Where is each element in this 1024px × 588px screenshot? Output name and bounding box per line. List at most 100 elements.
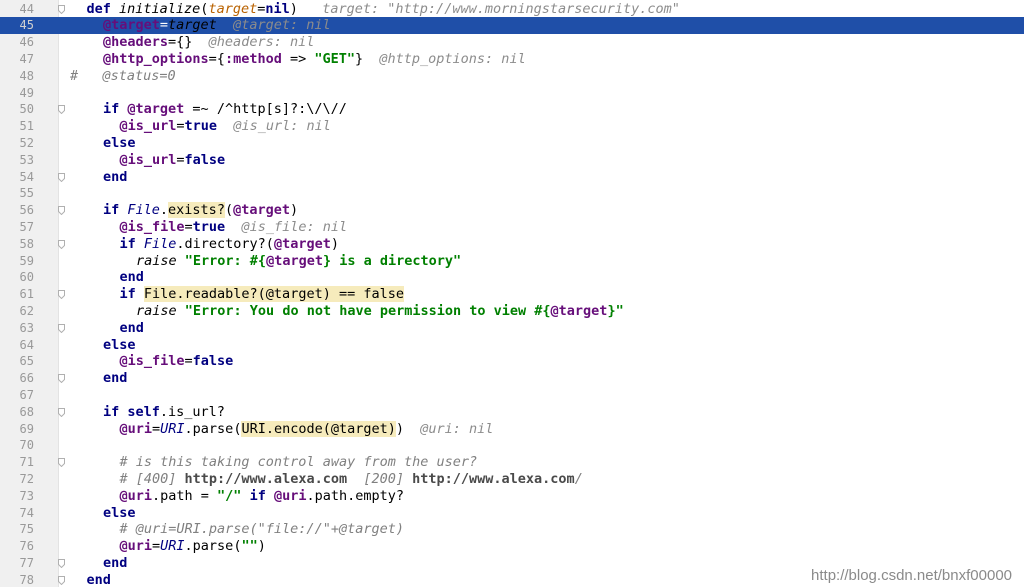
code-token: = xyxy=(152,538,161,555)
code-token: =~ xyxy=(184,101,217,118)
code-token: .directory?( xyxy=(176,235,274,252)
code-token: @is_file xyxy=(119,353,185,370)
code-line[interactable]: 74 else xyxy=(0,505,1024,522)
code-token: @http_options xyxy=(103,50,209,67)
code-token: @uri xyxy=(119,420,153,437)
code-line[interactable]: 64 else xyxy=(0,337,1024,354)
code-token: "Error: You do not have permission to vi… xyxy=(184,302,551,319)
code-line[interactable]: 45 @target=target @target: nil xyxy=(0,17,1024,35)
code-text: else xyxy=(103,337,136,354)
line-number: 61 xyxy=(19,287,34,302)
code-text: @is_file=true @is_file: nil xyxy=(120,219,348,236)
code-token: ={ xyxy=(208,50,225,67)
fold-marker-icon[interactable] xyxy=(58,458,65,468)
code-line[interactable]: 58 if File.directory?(@target) xyxy=(0,236,1024,253)
fold-marker-icon[interactable] xyxy=(58,172,65,182)
code-token: exists? xyxy=(168,202,225,219)
fold-marker-icon[interactable] xyxy=(58,239,65,249)
code-token: def xyxy=(86,0,120,17)
code-token: ) xyxy=(395,420,405,437)
code-token: initialize xyxy=(119,0,201,17)
code-line[interactable]: 66 end xyxy=(0,370,1024,387)
code-line[interactable]: 76 @uri=URI.parse("") xyxy=(0,538,1024,555)
code-line[interactable]: 59 raise "Error: #{@target} is a director… xyxy=(0,253,1024,270)
fold-marker-icon[interactable] xyxy=(58,374,65,384)
fold-marker-icon[interactable] xyxy=(58,323,65,333)
code-token: ) xyxy=(257,538,266,555)
code-token: :method xyxy=(224,50,282,67)
fold-marker-icon[interactable] xyxy=(58,105,65,115)
code-line[interactable]: 57 @is_file=true @is_file: nil xyxy=(0,219,1024,236)
line-number: 74 xyxy=(19,505,34,520)
code-token: target xyxy=(208,0,258,17)
code-token: ( xyxy=(224,202,234,219)
fold-marker-icon[interactable] xyxy=(58,407,65,417)
line-number: 62 xyxy=(19,303,34,318)
code-token: else xyxy=(103,336,136,353)
code-token: @uri xyxy=(119,538,153,555)
line-number: 50 xyxy=(19,102,34,117)
code-token: # @status=0 xyxy=(70,67,176,84)
code-line[interactable]: 71 # is this taking control away from the… xyxy=(0,454,1024,471)
code-line[interactable]: 47 @http_options={:method => "GET"} @http… xyxy=(0,51,1024,68)
fold-marker-icon[interactable] xyxy=(58,290,65,300)
code-token: ) xyxy=(289,0,298,17)
code-token: end xyxy=(119,269,144,286)
code-token: @uri xyxy=(119,487,153,504)
code-line[interactable]: 56 if File.exists?(@target) xyxy=(0,202,1024,219)
code-line[interactable]: 52 else xyxy=(0,135,1024,152)
line-number: 77 xyxy=(19,555,34,570)
code-text: end xyxy=(120,269,144,286)
code-line[interactable]: 51 @is_url=true @is_url: nil xyxy=(0,118,1024,135)
code-line[interactable]: 46 @headers={} @headers: nil xyxy=(0,34,1024,51)
code-token: .path = xyxy=(152,487,218,504)
code-line[interactable]: 53 @is_url=false xyxy=(0,152,1024,169)
code-text: if File.exists?(@target) xyxy=(103,202,298,219)
code-line[interactable]: 75 # @uri=URI.parse("file://"+@target) xyxy=(0,521,1024,538)
code-text: raise "Error: #{@target} is a directory" xyxy=(136,253,461,270)
code-line[interactable]: 67 xyxy=(0,387,1024,404)
code-token: @is_url xyxy=(119,118,177,135)
code-line[interactable]: 49 xyxy=(0,85,1024,102)
code-token: end xyxy=(103,168,128,185)
fold-marker-icon[interactable] xyxy=(58,575,65,585)
line-number: 78 xyxy=(19,572,34,587)
code-editor[interactable]: 44 def initialize(target=nil) target: "ht… xyxy=(0,0,1024,588)
line-number: 57 xyxy=(19,219,34,234)
line-number: 58 xyxy=(19,236,34,251)
code-token: / xyxy=(574,470,583,487)
line-number: 71 xyxy=(19,455,34,470)
code-line[interactable]: 72 # [400] http://www.alexa.com [200] htt… xyxy=(0,471,1024,488)
code-line[interactable]: 65 @is_file=false xyxy=(0,353,1024,370)
line-number: 49 xyxy=(19,85,34,100)
code-token: = xyxy=(152,420,161,437)
code-line[interactable]: 62 raise "Error: You do not have permissi… xyxy=(0,303,1024,320)
code-token: } is a directory" xyxy=(322,252,462,269)
code-token: if xyxy=(103,202,128,219)
line-number: 56 xyxy=(19,203,34,218)
code-line[interactable]: 55 xyxy=(0,185,1024,202)
code-text: @is_url=false xyxy=(120,152,226,169)
code-line[interactable]: 63 end xyxy=(0,320,1024,337)
code-line[interactable]: 44 def initialize(target=nil) target: "ht… xyxy=(0,1,1024,18)
code-line[interactable]: 48 # @status=0 xyxy=(0,68,1024,85)
fold-marker-icon[interactable] xyxy=(58,4,65,14)
line-number: 48 xyxy=(19,68,34,83)
code-line[interactable]: 50 if @target =~ /^http[s]?:\/\// xyxy=(0,101,1024,118)
line-number: 72 xyxy=(19,471,34,486)
code-line[interactable]: 68 if self.is_url? xyxy=(0,404,1024,421)
code-line[interactable]: 61 if File.readable?(@target) == false xyxy=(0,286,1024,303)
fold-marker-icon[interactable] xyxy=(58,206,65,216)
code-token: target: "http://www.morningstarsecurity.… xyxy=(297,0,680,17)
code-line[interactable]: 54 end xyxy=(0,169,1024,186)
line-number: 68 xyxy=(19,404,34,419)
fold-marker-icon[interactable] xyxy=(58,558,65,568)
code-line[interactable]: 70 xyxy=(0,437,1024,454)
code-line[interactable]: 69 @uri=URI.parse(URI.encode(@target)) @u… xyxy=(0,420,1024,438)
code-token: .path.empty? xyxy=(306,487,405,504)
code-line[interactable]: 60 end xyxy=(0,269,1024,286)
code-token: }" xyxy=(607,302,624,319)
code-line[interactable]: 73 @uri.path = "/" if @uri.path.empty? xyxy=(0,488,1024,505)
code-token: @headers xyxy=(103,34,169,51)
code-token: end xyxy=(119,319,144,336)
